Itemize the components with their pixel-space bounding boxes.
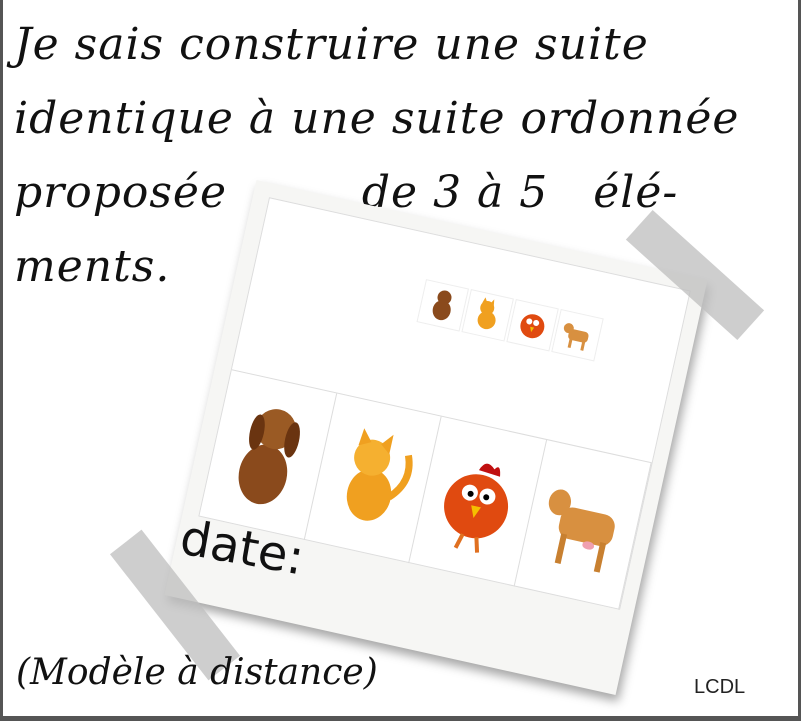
model-sequence — [416, 279, 604, 362]
chicken-icon — [520, 314, 545, 339]
title-line: identique à une suite ordonnée — [14, 93, 740, 144]
title-line: Je sais construire une suite — [14, 19, 649, 70]
dog-icon — [238, 409, 301, 505]
dog-icon — [432, 290, 452, 321]
chicken-icon — [444, 463, 509, 553]
model-animal — [461, 289, 514, 342]
footer-note: (Modèle à distance) — [16, 652, 378, 693]
model-animal — [416, 279, 470, 332]
cat-icon — [477, 297, 496, 330]
author-signature: LCDL — [694, 676, 746, 698]
model-animal — [506, 299, 559, 352]
cow-icon — [563, 323, 589, 351]
cat-icon — [346, 428, 413, 521]
cow-icon — [548, 489, 615, 573]
model-animal — [551, 308, 604, 362]
